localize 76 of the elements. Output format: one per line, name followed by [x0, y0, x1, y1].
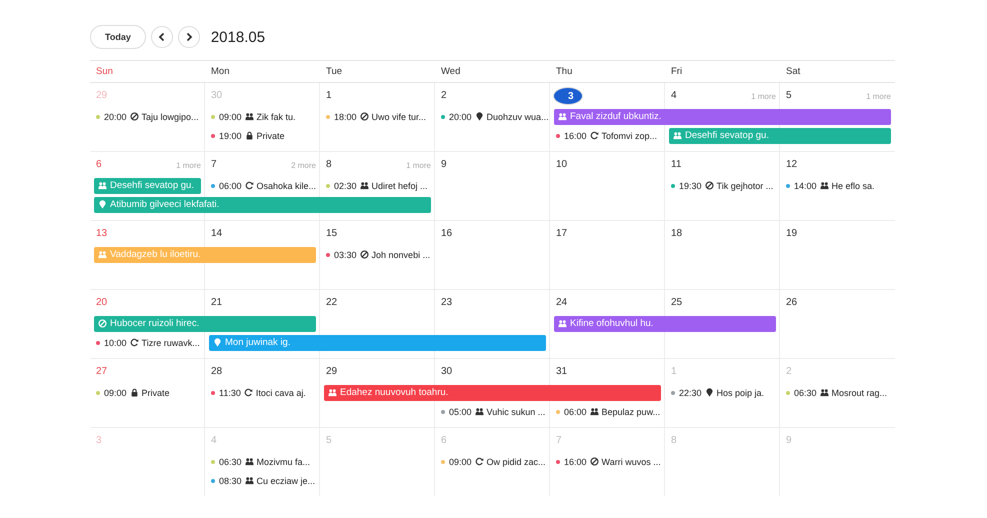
- day-number: 17: [556, 227, 568, 241]
- day-number: 22: [326, 296, 338, 310]
- day-number: 29: [326, 365, 338, 379]
- day-number: 27: [96, 365, 108, 379]
- day-number: 24: [556, 296, 568, 310]
- day-number: 3: [96, 434, 102, 448]
- day-number: 9: [441, 158, 447, 172]
- day-number: 23: [441, 296, 452, 310]
- weekday-label: Sun: [95, 66, 114, 77]
- calendar-event[interactable]: 22:30 Hos poip ja.: [671, 388, 764, 398]
- day-number: 6: [441, 434, 447, 448]
- calendar-event[interactable]: 05:00 Vuhic sukun ...: [441, 406, 546, 416]
- day-number: 29: [96, 89, 108, 103]
- day-number: 31: [556, 365, 568, 379]
- day-number: 4: [671, 89, 677, 103]
- day-number: 9: [786, 434, 792, 448]
- day-number: 12: [786, 158, 798, 172]
- event-bar[interactable]: Kifine ofohuvhul hu.: [554, 316, 776, 332]
- day-number: 5: [786, 89, 792, 103]
- day-number: 19: [786, 227, 798, 241]
- calendar-event[interactable]: 10:00 Tizre ruwavk...: [96, 338, 200, 348]
- day-number: 8: [326, 158, 332, 172]
- day-number: 28: [211, 365, 222, 379]
- day-number: 6: [96, 158, 102, 172]
- weekday-label: Wed: [440, 66, 462, 77]
- calendar-event[interactable]: 06:30 Mosrout rag...: [786, 388, 888, 398]
- day-number: 15: [326, 227, 338, 241]
- calendar-event[interactable]: 06:30 Mozivmu fa...: [211, 456, 310, 466]
- day-number: 30: [211, 89, 222, 103]
- day-number: 2: [786, 365, 792, 379]
- day-number: 11: [671, 158, 682, 172]
- calendar-event[interactable]: 16:00 Tofomvi zop...: [556, 130, 658, 140]
- event-bar[interactable]: Edahez nuuvovuh toahru.: [324, 384, 661, 400]
- calendar-event[interactable]: 20:00 Taju lowgipo...: [96, 112, 199, 122]
- day-number: 14: [211, 227, 222, 241]
- calendar-event[interactable]: 19:30 Tik gejhotor ...: [671, 180, 774, 190]
- weekday-label: Sat: [785, 66, 802, 77]
- today-button[interactable]: Today: [90, 25, 146, 49]
- day-number: 4: [211, 434, 217, 448]
- calendar-event[interactable]: 14:00 He eflo sa.: [786, 180, 875, 190]
- day-number: 26: [786, 296, 798, 310]
- calendar-event[interactable]: 20:00 Duohzuv wua...: [441, 112, 549, 122]
- month-title: 2018.05: [210, 28, 266, 46]
- day-number: 13: [96, 227, 108, 241]
- day-number: 25: [671, 296, 682, 310]
- day-number: 3: [553, 87, 583, 105]
- day-number: 20: [96, 296, 108, 310]
- day-number: 10: [556, 158, 568, 172]
- day-number: 1: [326, 89, 332, 103]
- weekday-label: Tue: [325, 66, 344, 77]
- event-bar[interactable]: Faval zizduf ubkuntiz.: [554, 108, 891, 124]
- calendar-event[interactable]: 19:00 Private: [211, 130, 285, 140]
- day-number: 7: [211, 158, 217, 172]
- day-number: 1: [671, 365, 677, 379]
- day-number: 30: [441, 365, 452, 379]
- day-number: 5: [326, 434, 332, 448]
- calendar-event[interactable]: 06:00 Osahoka kile...: [211, 180, 316, 190]
- calendar-event[interactable]: 06:00 Bepulaz puw...: [556, 406, 660, 416]
- calendar-event[interactable]: 03:30 Joh nonvebi ...: [326, 250, 430, 260]
- calendar-event[interactable]: 09:00 Ow pidid zac...: [441, 456, 546, 466]
- calendar-event[interactable]: 08:30 Cu ecziaw je...: [211, 476, 316, 486]
- weekday-label: Mon: [210, 66, 230, 77]
- day-number: 7: [556, 434, 562, 448]
- calendar-event[interactable]: 02:30 Udiret hefoj ...: [326, 180, 428, 190]
- day-number: 18: [671, 227, 682, 241]
- calendar-event[interactable]: 09:00 Zik fak tu.: [211, 112, 296, 122]
- day-number: 2: [441, 89, 447, 103]
- weekday-label: Thu: [555, 66, 574, 77]
- calendar-event[interactable]: 16:00 Warri wuvos ...: [556, 456, 661, 466]
- calendar-event[interactable]: 09:00 Private: [96, 388, 170, 398]
- weekday-label: Fri: [670, 66, 684, 77]
- day-number: 21: [211, 296, 222, 310]
- day-number: 8: [671, 434, 677, 448]
- calendar-event[interactable]: 18:00 Uwo vife tur...: [326, 112, 426, 122]
- day-number: 16: [441, 227, 452, 241]
- calendar-event[interactable]: 11:30 Itoci cava aj.: [211, 388, 306, 398]
